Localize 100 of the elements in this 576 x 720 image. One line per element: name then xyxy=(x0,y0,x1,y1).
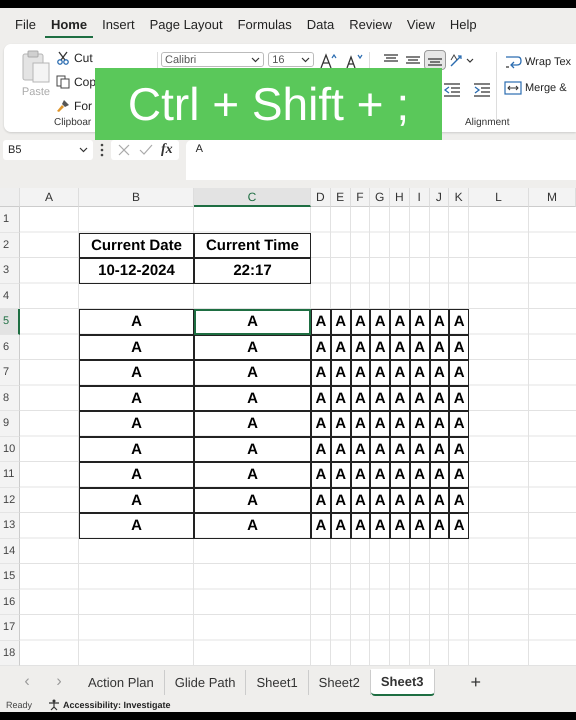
clipboard-command[interactable]: For xyxy=(56,96,96,116)
table-cell: 22:17 xyxy=(194,258,311,284)
column-header[interactable]: M xyxy=(529,188,576,207)
menu-tab[interactable]: Review xyxy=(343,14,398,38)
row-header[interactable]: 13 xyxy=(0,513,20,538)
table-cell: A xyxy=(390,513,410,538)
row-header[interactable]: 11 xyxy=(0,462,20,488)
column-header[interactable]: F xyxy=(350,188,370,207)
row-header[interactable]: 18 xyxy=(0,640,20,666)
table-cell: A xyxy=(390,309,410,334)
font-size-dropdown[interactable]: 16 xyxy=(268,52,314,67)
column-header[interactable]: K xyxy=(449,188,469,207)
sheet-tab[interactable]: Action Plan xyxy=(78,670,165,694)
clipboard-icon xyxy=(21,50,51,84)
table-cell: A xyxy=(410,462,430,488)
row-header[interactable]: 15 xyxy=(0,564,20,590)
menu-tab[interactable]: Home xyxy=(44,14,94,38)
row-header[interactable]: 14 xyxy=(0,538,20,564)
column-header[interactable]: C xyxy=(194,188,311,207)
sheet-tab[interactable]: Sheet3 xyxy=(370,668,435,696)
insert-function-button[interactable]: fx xyxy=(161,142,173,158)
column-header[interactable]: E xyxy=(330,188,350,207)
row-header[interactable]: 10 xyxy=(0,436,20,462)
column-header[interactable]: G xyxy=(370,188,390,207)
row-header[interactable]: 1 xyxy=(0,207,20,232)
menu-tab[interactable]: Formulas xyxy=(232,14,298,38)
row-header[interactable]: 12 xyxy=(0,488,20,513)
row-header[interactable]: 8 xyxy=(0,386,20,411)
table-cell: A xyxy=(370,386,390,411)
table-cell: A xyxy=(79,334,194,360)
row-header[interactable]: 3 xyxy=(0,258,20,284)
table-cell: A xyxy=(311,386,331,411)
table-cell: A xyxy=(311,513,331,538)
sheet-tab[interactable]: Glide Path xyxy=(164,670,246,694)
row-header[interactable]: 7 xyxy=(0,360,20,386)
accessibility-button[interactable]: Accessibility: Investigate xyxy=(48,699,171,711)
table-cell: A xyxy=(390,411,410,436)
check-icon[interactable] xyxy=(139,143,153,157)
add-sheet-button[interactable]: + xyxy=(470,672,482,692)
font-dropdown[interactable]: Calibri xyxy=(161,52,264,67)
column-header[interactable]: I xyxy=(410,188,430,207)
table-cell: Current Date xyxy=(79,232,194,258)
menu-tab[interactable]: View xyxy=(400,14,441,38)
table-cell: A xyxy=(350,462,370,488)
table-cell: A xyxy=(350,360,370,386)
table-cell: A xyxy=(194,513,311,538)
increase-indent-icon[interactable] xyxy=(471,82,493,98)
row-header[interactable]: 9 xyxy=(0,411,20,436)
table-cell: A xyxy=(350,411,370,436)
merge-icon xyxy=(504,80,522,96)
table-cell: A xyxy=(79,513,194,538)
caret-icon xyxy=(251,56,260,62)
table-cell: A xyxy=(410,386,430,411)
table-cell: A xyxy=(370,360,390,386)
table-cell: A xyxy=(449,462,469,488)
column-header[interactable]: A xyxy=(20,188,79,207)
table-cell: A xyxy=(194,436,311,462)
table-cell: A xyxy=(430,360,450,386)
formula-field[interactable]: A xyxy=(186,140,576,180)
column-header[interactable]: J xyxy=(430,188,450,207)
table-cell: A xyxy=(390,488,410,513)
table-cell: A xyxy=(410,411,430,436)
row-header[interactable]: 17 xyxy=(0,615,20,640)
status-text: Ready xyxy=(6,700,32,710)
table-cell: A xyxy=(430,488,450,513)
wrap-text-button[interactable]: Wrap Tex xyxy=(504,54,576,70)
column-header[interactable]: D xyxy=(311,188,331,207)
clipboard-command[interactable]: Cop xyxy=(56,72,96,92)
row-header[interactable]: 16 xyxy=(0,590,20,615)
merge-button[interactable]: Merge & xyxy=(504,80,576,96)
clipboard-command[interactable]: Cut xyxy=(56,48,96,68)
menu-tab[interactable]: Insert xyxy=(96,14,141,38)
table-cell: A xyxy=(79,386,194,411)
table-cell: A xyxy=(79,462,194,488)
table-cell: A xyxy=(370,309,390,334)
table-cell: 10-12-2024 xyxy=(79,258,194,284)
row-header[interactable]: 2 xyxy=(0,232,20,258)
row-header[interactable]: 5 xyxy=(0,309,20,334)
name-box[interactable]: B5 xyxy=(3,140,93,160)
table-cell: A xyxy=(311,334,331,360)
table-cell: A xyxy=(390,436,410,462)
row-header[interactable]: 6 xyxy=(0,334,20,360)
wrap-icon xyxy=(504,54,522,70)
sheet-tab[interactable]: Sheet1 xyxy=(246,670,309,694)
column-header[interactable]: H xyxy=(390,188,410,207)
table-cell: A xyxy=(410,513,430,538)
table-cell: A xyxy=(410,360,430,386)
table-cell: A xyxy=(330,309,350,334)
menu-tab[interactable]: File xyxy=(9,14,42,38)
table-cell: A xyxy=(390,360,410,386)
menu-tab[interactable]: Data xyxy=(300,14,340,38)
row-header[interactable]: 4 xyxy=(0,284,20,309)
decrease-indent-icon[interactable] xyxy=(441,82,463,98)
menu-tab[interactable]: Page Layout xyxy=(144,14,229,38)
align-icon[interactable] xyxy=(425,51,445,69)
menu-tab[interactable]: Help xyxy=(444,14,483,38)
column-header[interactable]: L xyxy=(469,188,529,207)
table-cell: A xyxy=(194,360,311,386)
column-header[interactable]: B xyxy=(79,188,194,207)
brush-icon xyxy=(56,99,70,113)
